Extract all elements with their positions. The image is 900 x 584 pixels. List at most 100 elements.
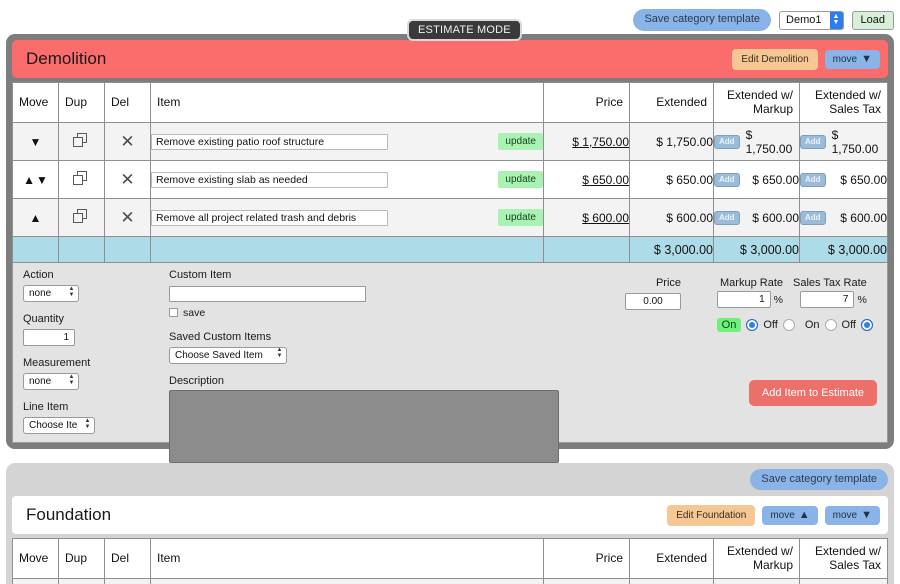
- move-label: move: [833, 54, 857, 65]
- line-item-select[interactable]: Choose Item: [23, 417, 95, 434]
- markup-toggle-group: On Off: [717, 318, 795, 332]
- markup-off-radio[interactable]: [783, 319, 795, 331]
- add-tax-button[interactable]: Add: [800, 211, 826, 225]
- table-row: ▲ ✕ update $ 600.00: [13, 199, 888, 237]
- item-name-input[interactable]: [151, 210, 388, 226]
- measurement-group: Measurement none ▲▼: [23, 357, 161, 390]
- col-extended: Extended: [630, 83, 714, 123]
- move-up-icon[interactable]: ▲: [23, 173, 35, 187]
- line-item-label: Line Item: [23, 401, 161, 413]
- del-cell: [105, 579, 151, 584]
- action-select[interactable]: none: [23, 285, 79, 302]
- col-del: Del: [105, 539, 151, 579]
- col-price: Price: [544, 539, 630, 579]
- category-title: Foundation: [26, 505, 667, 525]
- add-markup-button[interactable]: Add: [714, 211, 740, 225]
- sales-tax-off-radio[interactable]: [861, 319, 873, 331]
- quantity-group: Quantity: [23, 313, 161, 346]
- measurement-label: Measurement: [23, 357, 161, 369]
- close-icon[interactable]: ✕: [120, 170, 134, 189]
- dup-cell: [59, 199, 105, 237]
- custom-item-label: Custom Item: [169, 269, 561, 281]
- col-extended-markup-line1: Extended w/: [727, 544, 793, 558]
- extended-tax-value: $ 650.00: [840, 173, 887, 187]
- description-textarea[interactable]: [169, 390, 559, 463]
- triangle-down-icon: ▼: [861, 510, 872, 521]
- template-select-value: Demo1: [780, 12, 829, 29]
- extended-tax-cell: Add $ 1,750.00: [800, 123, 888, 161]
- duplicate-icon[interactable]: [73, 171, 90, 186]
- col-extended-tax-line1: Extended w/: [815, 544, 881, 558]
- move-up-icon[interactable]: ▲: [30, 211, 42, 225]
- item-cell: update: [151, 199, 544, 237]
- update-item-button[interactable]: update: [498, 209, 543, 226]
- extended-markup-value: $ 1,750.00: [746, 128, 799, 156]
- items-table-foundation: Move Dup Del Item Price Extended Extende…: [12, 538, 888, 584]
- sales-tax-toggle-group: On Off: [805, 318, 873, 332]
- price-input[interactable]: [625, 293, 681, 310]
- sales-tax-rate-input[interactable]: [800, 291, 854, 308]
- add-markup-button[interactable]: Add: [714, 173, 740, 187]
- move-category-down-button[interactable]: move ▼: [825, 506, 880, 525]
- add-tax-button[interactable]: Add: [800, 135, 826, 149]
- markup-percent-symbol: %: [774, 294, 783, 306]
- sales-tax-rate-block: Sales Tax Rate %: [793, 277, 867, 308]
- extended-markup-cell: Add $ 1,750.00: [714, 123, 800, 161]
- col-move: Move: [13, 539, 59, 579]
- col-extended-markup: Extended w/ Markup: [714, 539, 800, 579]
- markup-on-radio[interactable]: [746, 319, 758, 331]
- move-category-down-button[interactable]: move ▼: [825, 50, 880, 69]
- price-link[interactable]: $ 600.00: [582, 211, 629, 225]
- template-select[interactable]: Demo1 ▲▼: [779, 11, 843, 30]
- item-name-input[interactable]: [151, 134, 388, 150]
- measurement-select[interactable]: none: [23, 373, 79, 390]
- move-down-icon[interactable]: ▼: [36, 173, 48, 187]
- close-icon[interactable]: ✕: [120, 208, 134, 227]
- item-cell: [151, 579, 544, 584]
- form-column-price: Price: [561, 269, 681, 442]
- col-extended-tax: Extended w/ Sales Tax: [800, 539, 888, 579]
- duplicate-icon[interactable]: [73, 133, 90, 148]
- update-item-button[interactable]: update: [498, 133, 543, 150]
- extended-tax-cell: Add $ 650.00: [800, 161, 888, 199]
- table-header-row: Move Dup Del Item Price Extended Extende…: [13, 83, 888, 123]
- page-root: Save category template Demo1 ▲▼ Load EST…: [0, 0, 900, 584]
- quantity-input[interactable]: [23, 329, 75, 346]
- category-header-foundation: Foundation Edit Foundation move ▲ move ▼: [12, 496, 888, 534]
- markup-rate-input[interactable]: [717, 291, 771, 308]
- item-cell: update: [151, 161, 544, 199]
- edit-category-button[interactable]: Edit Demolition: [732, 49, 817, 70]
- saved-custom-items-select[interactable]: Choose Saved Item: [169, 347, 287, 364]
- extended-cell: $ 650.00: [630, 161, 714, 199]
- col-price: Price: [544, 83, 630, 123]
- col-dup: Dup: [59, 83, 105, 123]
- table-row: [13, 579, 888, 584]
- add-markup-button[interactable]: Add: [714, 135, 740, 149]
- close-icon[interactable]: ✕: [120, 132, 134, 151]
- sales-tax-on-radio[interactable]: [825, 319, 837, 331]
- extended-tax-cell: Add $ 600.00: [800, 199, 888, 237]
- save-checkbox[interactable]: [169, 308, 178, 317]
- price-link[interactable]: $ 650.00: [582, 173, 629, 187]
- move-category-up-button[interactable]: move ▲: [762, 506, 817, 525]
- col-del: Del: [105, 83, 151, 123]
- extended-cell: [630, 579, 714, 584]
- sales-tax-off-label: Off: [842, 319, 856, 331]
- save-category-template-button[interactable]: Save category template: [633, 9, 771, 30]
- add-tax-button[interactable]: Add: [800, 173, 826, 187]
- table-header-row: Move Dup Del Item Price Extended Extende…: [13, 539, 888, 579]
- duplicate-icon[interactable]: [73, 209, 90, 224]
- col-move: Move: [13, 83, 59, 123]
- move-label: move: [770, 510, 794, 521]
- custom-item-input[interactable]: [169, 286, 366, 302]
- item-name-input[interactable]: [151, 172, 388, 188]
- add-item-to-estimate-button[interactable]: Add Item to Estimate: [749, 380, 877, 406]
- update-item-button[interactable]: update: [498, 171, 543, 188]
- load-template-button[interactable]: Load: [852, 11, 894, 30]
- sales-tax-rate-label: Sales Tax Rate: [793, 277, 867, 289]
- edit-category-button[interactable]: Edit Foundation: [667, 505, 755, 526]
- price-link[interactable]: $ 1,750.00: [572, 135, 629, 149]
- move-down-icon[interactable]: ▼: [30, 135, 42, 149]
- save-category-template-button-foundation[interactable]: Save category template: [750, 469, 888, 490]
- extended-markup-cell: Add $ 600.00: [714, 199, 800, 237]
